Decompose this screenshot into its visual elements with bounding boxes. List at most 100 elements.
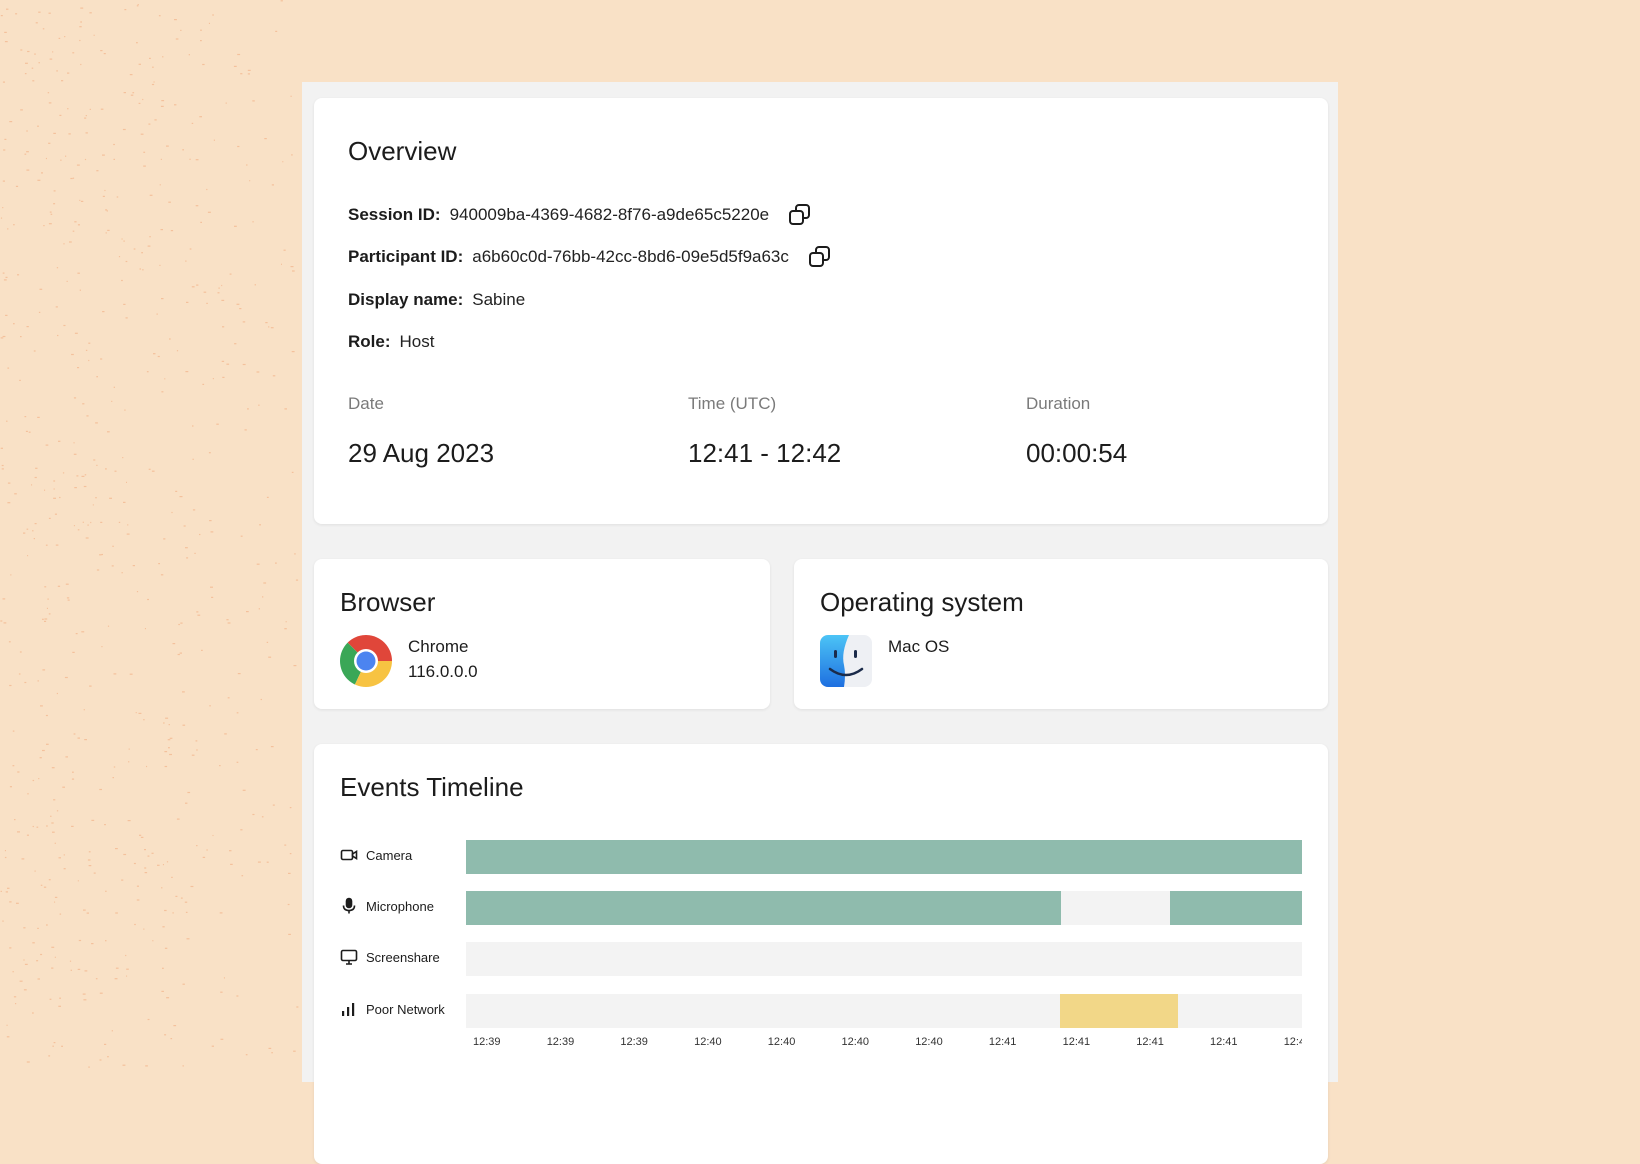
speckle-dot <box>2 180 5 182</box>
speckle-dot <box>290 95 292 97</box>
signal-bars-icon <box>342 1003 355 1016</box>
speckle-dot <box>10 574 12 576</box>
speckle-dot <box>144 872 148 874</box>
speckle-dot <box>285 621 287 623</box>
speckle-dot <box>32 825 34 828</box>
speckle-dot <box>244 429 247 431</box>
speckle-dot <box>61 1045 63 1047</box>
speckle-dot <box>7 367 10 369</box>
speckle-dot <box>100 358 103 360</box>
speckle-dot <box>258 404 260 406</box>
speckle-dot <box>6 1024 8 1026</box>
timeline-segment-camera-0[interactable] <box>466 840 1302 874</box>
speckle-dot <box>95 497 97 499</box>
role-row: Role: Host <box>348 332 434 352</box>
copy-session-id-button[interactable] <box>787 202 813 228</box>
speckle-dot <box>24 73 27 75</box>
speckle-dot <box>3 149 6 151</box>
timeline-segment-microphone-1[interactable] <box>1169 891 1302 925</box>
speckle-dot <box>7 887 10 889</box>
speckle-dot <box>48 517 51 519</box>
speckle-dot <box>54 513 57 515</box>
speckle-dot <box>48 613 51 615</box>
speckle-dot <box>149 194 153 196</box>
session-id-value: 940009ba-4369-4682-8f76-a9de65c5220e <box>449 205 770 224</box>
speckle-dot <box>53 488 55 490</box>
speckle-dot <box>136 591 139 593</box>
speckle-dot <box>191 122 194 124</box>
speckle-dot <box>284 628 287 630</box>
speckle-dot <box>257 861 261 863</box>
speckle-dot <box>15 13 18 15</box>
speckle-dot <box>45 544 48 546</box>
speckle-dot <box>202 383 205 385</box>
speckle-dot <box>86 415 89 417</box>
speckle-dot <box>77 968 81 970</box>
speckle-dot <box>268 656 272 658</box>
speckle-dot <box>88 359 90 362</box>
speckle-dot <box>58 857 61 859</box>
speckle-dot <box>13 996 17 998</box>
speckle-dot <box>8 641 11 643</box>
speckle-dot <box>138 102 141 104</box>
speckle-dot <box>148 468 151 470</box>
speckle-dot <box>23 989 27 991</box>
speckle-dot <box>20 336 22 338</box>
speckle-dot <box>268 326 270 328</box>
speckle-dot <box>175 490 178 492</box>
speckle-dot <box>148 123 151 125</box>
speckle-dot <box>153 81 155 83</box>
speckle-dot <box>24 963 28 965</box>
speckle-dot <box>40 953 43 956</box>
speckle-dot <box>113 766 116 768</box>
speckle-dot <box>234 343 237 345</box>
speckle-dot <box>9 684 12 687</box>
speckle-dot <box>56 70 58 72</box>
speckle-dot <box>24 153 27 155</box>
speckle-dot <box>42 749 45 752</box>
speckle-dot <box>161 391 164 393</box>
speckle-dot <box>123 501 126 503</box>
speckle-dot <box>59 997 61 999</box>
speckle-dot <box>31 484 33 486</box>
speckle-dot <box>144 867 147 869</box>
speckle-dot <box>191 754 195 756</box>
timeline-row-label-poor-network: Poor Network <box>340 1000 445 1018</box>
speckle-dot <box>169 737 173 739</box>
speckle-dot <box>69 960 72 962</box>
speckle-dot <box>294 553 296 555</box>
speckle-dot <box>220 1038 224 1040</box>
timeline-segment-microphone-0[interactable] <box>466 891 1062 925</box>
speckle-dot <box>170 230 174 232</box>
speckle-dot <box>37 927 39 929</box>
speckle-dot <box>174 104 177 106</box>
speckle-dot <box>163 722 165 724</box>
timeline-segment-poor-network-0[interactable] <box>1060 994 1179 1028</box>
os-name: Mac OS <box>888 637 950 656</box>
speckle-dot <box>52 831 55 833</box>
speckle-dot <box>173 1025 177 1027</box>
speckle-dot <box>9 901 12 903</box>
speckle-dot <box>192 509 196 511</box>
speckle-dot <box>49 58 53 60</box>
participant-id-row: Participant ID: a6b60c0d-76bb-42cc-8bd6-… <box>348 244 833 270</box>
speckle-dot <box>134 923 136 926</box>
speckle-dot <box>48 879 51 881</box>
duration-value: 00:00:54 <box>1026 438 1128 468</box>
copy-participant-id-button[interactable] <box>807 244 833 270</box>
speckle-dot <box>58 37 61 39</box>
timeline-tick-label: 12:39 <box>473 1036 501 1048</box>
speckle-dot <box>13 224 15 226</box>
speckle-dot <box>70 177 73 180</box>
speckle-dot <box>111 565 114 567</box>
timeline-tick-label: 12:41 <box>1283 1036 1302 1048</box>
speckle-dot <box>25 430 28 432</box>
speckle-dot <box>59 913 62 915</box>
speckle-dot <box>55 544 59 546</box>
speckle-dot <box>293 1050 296 1052</box>
speckle-dot <box>138 712 142 714</box>
timeline-tick-label: 12:41 <box>988 1036 1017 1048</box>
speckle-dot <box>28 431 31 433</box>
speckle-dot <box>36 960 39 962</box>
speckle-dot <box>291 351 295 353</box>
